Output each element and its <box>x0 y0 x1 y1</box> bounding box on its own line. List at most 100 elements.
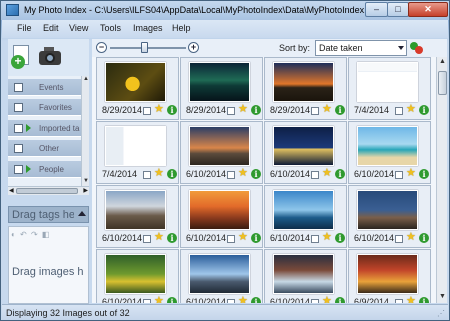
photo-thumbnail[interactable]: 6/10/2014 ★ i <box>180 121 263 184</box>
photo-thumbnail[interactable]: 6/10/2014 ★ i <box>96 249 179 303</box>
scroll-down-icon[interactable]: ▼ <box>438 293 447 302</box>
photo-thumbnail[interactable]: 6/10/2014 ★ i <box>348 121 431 184</box>
photo-thumbnail[interactable]: 6/10/2014 ★ i <box>96 185 179 248</box>
select-checkbox[interactable] <box>311 299 319 303</box>
photo-thumbnail[interactable]: 6/10/2014 ★ i <box>264 121 347 184</box>
select-checkbox[interactable] <box>395 107 403 115</box>
info-icon[interactable]: i <box>335 297 345 303</box>
grid-vertical-scrollbar[interactable]: ▲ ▼ <box>436 57 447 303</box>
photo-image[interactable] <box>357 254 418 294</box>
select-checkbox[interactable] <box>143 107 151 115</box>
resize-grip-icon[interactable]: ⋰ <box>437 309 445 318</box>
tag-favorites[interactable]: Favorites <box>8 99 81 116</box>
star-rating-icon[interactable]: ★ <box>322 104 332 115</box>
star-rating-icon[interactable]: ★ <box>406 232 416 243</box>
scroll-down-icon[interactable]: ▼ <box>82 178 90 186</box>
photo-thumbnail[interactable]: 7/4/2014 ★ i <box>96 121 179 184</box>
star-rating-icon[interactable]: ★ <box>406 296 416 304</box>
photo-image[interactable] <box>273 62 334 102</box>
info-icon[interactable]: i <box>167 297 177 303</box>
photo-image[interactable] <box>189 190 250 230</box>
info-icon[interactable]: i <box>167 169 177 179</box>
scroll-up-icon[interactable]: ▲ <box>82 76 90 84</box>
camera-icon[interactable] <box>39 45 63 67</box>
select-checkbox[interactable] <box>395 171 403 179</box>
photo-image[interactable] <box>189 254 250 294</box>
info-icon[interactable]: i <box>419 105 429 115</box>
star-rating-icon[interactable]: ★ <box>406 168 416 179</box>
info-icon[interactable]: i <box>251 105 261 115</box>
select-checkbox[interactable] <box>227 171 235 179</box>
info-icon[interactable]: i <box>251 297 261 303</box>
star-rating-icon[interactable]: ★ <box>238 168 248 179</box>
maximize-button[interactable]: □ <box>387 2 409 17</box>
title-bar[interactable]: My Photo Index - C:\Users\ILFS04\AppData… <box>1 1 449 20</box>
star-rating-icon[interactable]: ★ <box>322 296 332 304</box>
select-checkbox[interactable] <box>395 235 403 243</box>
scrollbar-thumb[interactable] <box>16 188 78 194</box>
tag-imported[interactable]: Imported ta <box>8 120 81 137</box>
tag-checkbox[interactable] <box>14 103 23 112</box>
photo-image[interactable] <box>357 190 418 230</box>
close-button[interactable]: ✕ <box>408 2 448 17</box>
tag-other[interactable]: Other <box>8 140 81 157</box>
collapse-arrow-icon[interactable] <box>78 211 86 216</box>
photo-thumbnail[interactable]: 8/29/2014 ★ i <box>264 57 347 120</box>
info-icon[interactable]: i <box>419 233 429 243</box>
info-icon[interactable]: i <box>167 105 177 115</box>
photo-image[interactable] <box>189 62 250 102</box>
drag-tags-area[interactable]: Drag tags he <box>8 206 89 223</box>
tag-checkbox[interactable] <box>14 165 23 174</box>
expand-arrow-icon[interactable] <box>26 124 31 132</box>
star-rating-icon[interactable]: ★ <box>322 232 332 243</box>
select-checkbox[interactable] <box>311 235 319 243</box>
photo-thumbnail[interactable]: 6/10/2014 ★ i <box>264 185 347 248</box>
photo-thumbnail[interactable]: 8/29/2014 ★ i <box>96 57 179 120</box>
tags-horizontal-scrollbar[interactable]: ◀ ▶ <box>8 186 89 195</box>
photo-image[interactable] <box>357 62 418 102</box>
tag-checkbox[interactable] <box>14 144 23 153</box>
info-icon[interactable]: i <box>419 169 429 179</box>
zoom-out-button[interactable]: − <box>96 42 107 53</box>
menu-file[interactable]: File <box>17 23 32 33</box>
menu-help[interactable]: Help <box>172 23 191 33</box>
star-rating-icon[interactable]: ★ <box>238 232 248 243</box>
select-checkbox[interactable] <box>311 171 319 179</box>
scroll-left-icon[interactable]: ◀ <box>9 187 14 194</box>
scroll-up-icon[interactable]: ▲ <box>438 58 447 67</box>
photo-thumbnail[interactable]: 6/10/2014 ★ i <box>180 185 263 248</box>
star-rating-icon[interactable]: ★ <box>238 104 248 115</box>
rotate-tools-icon[interactable]: ◐ ↶ ↷ ◧ <box>11 230 50 239</box>
tags-vertical-scrollbar[interactable]: ▲ ▼ <box>81 76 89 186</box>
info-icon[interactable]: i <box>251 233 261 243</box>
tag-checkbox[interactable] <box>14 124 23 133</box>
photo-thumbnail[interactable]: 6/9/2014 ★ i <box>348 249 431 303</box>
star-rating-icon[interactable]: ★ <box>154 168 164 179</box>
photo-image[interactable] <box>189 126 250 166</box>
menu-view[interactable]: View <box>69 23 88 33</box>
tag-events[interactable]: Events <box>8 79 81 96</box>
photo-image[interactable] <box>105 190 166 230</box>
zoom-slider[interactable] <box>110 47 186 49</box>
tag-checkbox[interactable] <box>14 83 23 92</box>
select-checkbox[interactable] <box>227 235 235 243</box>
minimize-button[interactable]: – <box>365 2 388 17</box>
zoom-slider-thumb[interactable] <box>141 42 148 53</box>
photo-image[interactable] <box>105 62 166 102</box>
star-rating-icon[interactable]: ★ <box>322 168 332 179</box>
select-checkbox[interactable] <box>395 299 403 303</box>
menu-edit[interactable]: Edit <box>43 23 59 33</box>
expand-arrow-icon[interactable] <box>26 165 31 173</box>
scroll-right-icon[interactable]: ▶ <box>83 187 88 194</box>
photo-image[interactable] <box>273 254 334 294</box>
select-checkbox[interactable] <box>143 171 151 179</box>
menu-tools[interactable]: Tools <box>100 23 121 33</box>
sort-order-icon[interactable] <box>410 40 424 56</box>
info-icon[interactable]: i <box>167 233 177 243</box>
select-checkbox[interactable] <box>143 235 151 243</box>
photo-image[interactable] <box>273 190 334 230</box>
zoom-in-button[interactable]: + <box>188 42 199 53</box>
info-icon[interactable]: i <box>335 233 345 243</box>
photo-thumbnail[interactable]: 7/4/2014 ★ i <box>348 57 431 120</box>
tag-people[interactable]: People <box>8 161 81 178</box>
